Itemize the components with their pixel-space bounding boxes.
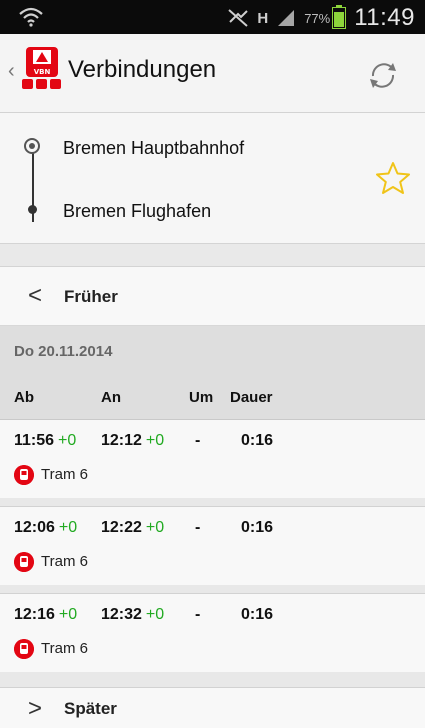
silent-mode-icon bbox=[228, 9, 249, 27]
row-separator bbox=[0, 672, 425, 688]
tram-icon bbox=[14, 552, 34, 572]
line-label: Tram 6 bbox=[41, 640, 88, 657]
header-um: Um bbox=[189, 389, 214, 406]
duration: 0:16 bbox=[241, 606, 274, 623]
departure-time: 12:06 +0 bbox=[14, 519, 78, 536]
changes: - bbox=[195, 606, 201, 623]
status-bar-right: H 77% 11:49 bbox=[227, 4, 415, 32]
connection-row[interactable]: 11:56 +0 12:12 +0 - 0:16 Tram 6 bbox=[0, 420, 425, 499]
header-dauer: Dauer bbox=[230, 389, 273, 406]
duration: 0:16 bbox=[241, 519, 274, 536]
page-title: Verbindungen bbox=[68, 56, 217, 83]
favorite-star-icon[interactable] bbox=[375, 161, 411, 195]
day-header: Do 20.11.2014 Ab An Um Dauer bbox=[0, 326, 425, 420]
header-ab: Ab bbox=[14, 389, 34, 406]
destination-station: Bremen Flughafen bbox=[63, 201, 212, 221]
chevron-right-icon: > bbox=[28, 695, 43, 722]
changes: - bbox=[195, 432, 201, 449]
destination-marker-icon bbox=[28, 205, 37, 214]
signal-strength-icon bbox=[278, 10, 295, 26]
connection-row[interactable]: 12:16 +0 12:32 +0 - 0:16 Tram 6 bbox=[0, 594, 425, 673]
row-separator bbox=[0, 498, 425, 507]
arrival-delay: +0 bbox=[145, 432, 165, 449]
battery-icon bbox=[332, 5, 347, 29]
line-label: Tram 6 bbox=[41, 553, 88, 570]
line-label: Tram 6 bbox=[41, 466, 88, 483]
departure-time: 12:16 +0 bbox=[14, 606, 78, 623]
duration: 0:16 bbox=[241, 432, 274, 449]
refresh-icon[interactable] bbox=[365, 58, 401, 92]
later-button[interactable]: > Später bbox=[0, 688, 425, 728]
chevron-left-icon: < bbox=[28, 282, 43, 309]
departure-time: 11:56 +0 bbox=[14, 432, 77, 449]
battery-percent: 77% bbox=[304, 10, 331, 26]
tram-icon bbox=[14, 465, 34, 485]
status-bar: H 77% 11:49 bbox=[0, 0, 425, 34]
row-separator bbox=[0, 585, 425, 594]
tram-icon bbox=[14, 639, 34, 659]
connection-row[interactable]: 12:06 +0 12:22 +0 - 0:16 Tram 6 bbox=[0, 507, 425, 586]
section-divider bbox=[0, 244, 425, 267]
later-label: Später bbox=[64, 699, 117, 718]
back-chevron-icon[interactable]: ‹ bbox=[8, 60, 15, 83]
clock: 11:49 bbox=[354, 4, 415, 31]
departure-delay: +0 bbox=[58, 432, 77, 449]
arrival-delay: +0 bbox=[145, 606, 165, 623]
action-bar: ‹ VBN Verbindungen bbox=[0, 34, 425, 113]
arrival-time: 12:12 +0 bbox=[101, 432, 165, 449]
earlier-label: Früher bbox=[64, 287, 118, 306]
arrival-time: 12:32 +0 bbox=[101, 606, 165, 623]
day-date: Do 20.11.2014 bbox=[14, 343, 113, 360]
departure-delay: +0 bbox=[58, 519, 78, 536]
route-summary: Bremen Hauptbahnhof Bremen Flughafen bbox=[0, 113, 425, 244]
arrival-delay: +0 bbox=[145, 519, 165, 536]
network-type-label: H bbox=[257, 9, 269, 27]
origin-station: Bremen Hauptbahnhof bbox=[63, 138, 245, 158]
battery-indicator: 77% bbox=[304, 5, 347, 29]
changes: - bbox=[195, 519, 201, 536]
header-an: An bbox=[101, 389, 121, 406]
arrival-time: 12:22 +0 bbox=[101, 519, 165, 536]
logo-text: VBN bbox=[34, 68, 51, 76]
departure-delay: +0 bbox=[58, 606, 78, 623]
origin-marker-icon bbox=[24, 138, 40, 154]
wifi-icon bbox=[19, 7, 43, 27]
app-logo-icon[interactable]: VBN bbox=[22, 47, 62, 91]
earlier-button[interactable]: < Früher bbox=[0, 267, 425, 326]
